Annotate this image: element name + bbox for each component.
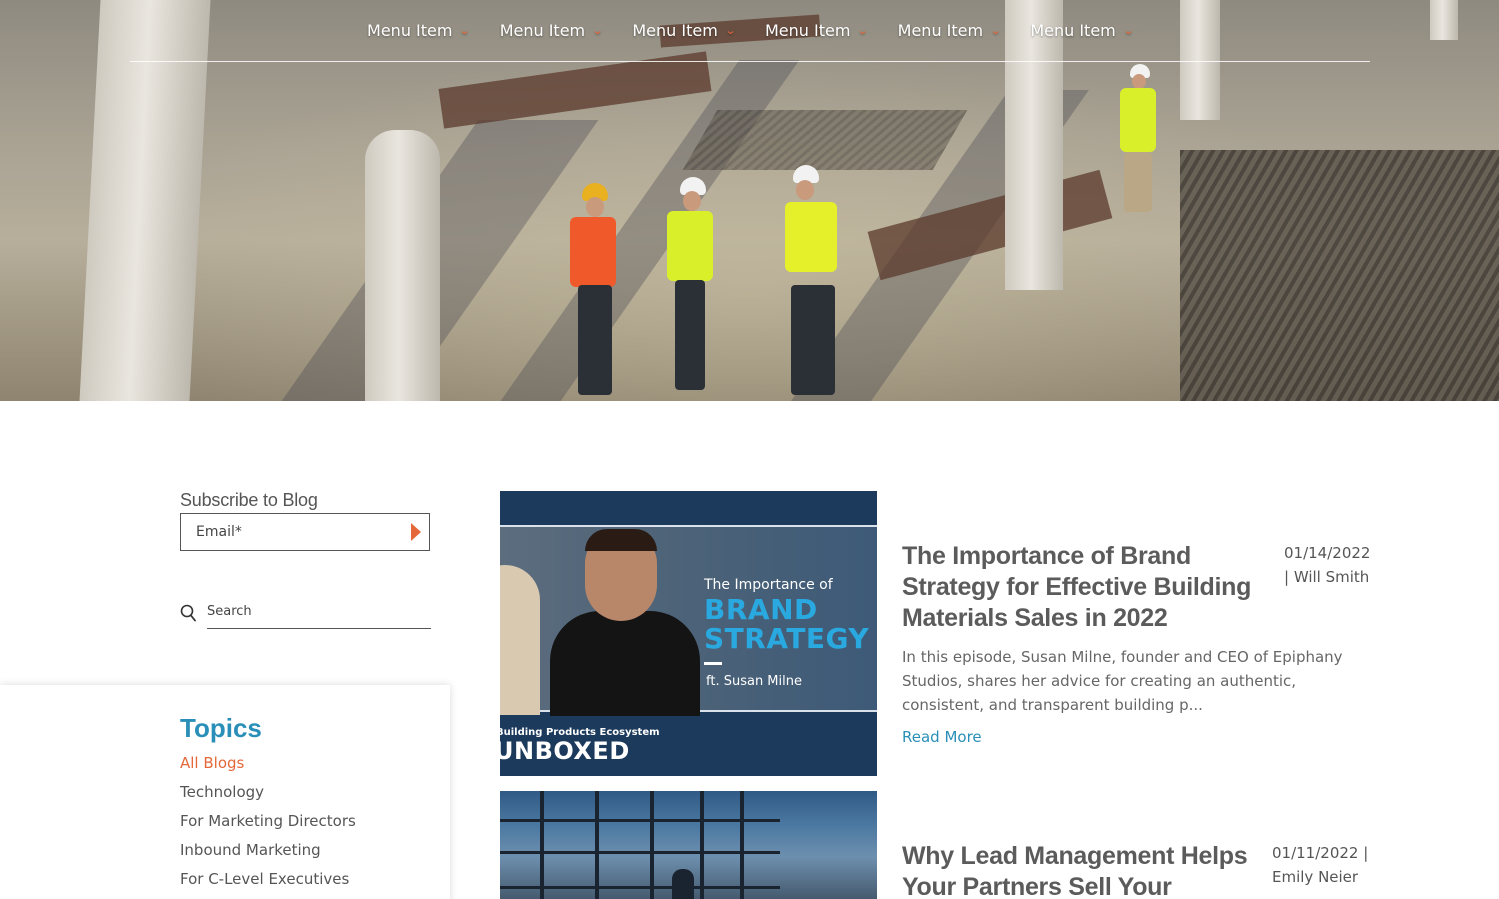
hero-pillar [365, 130, 440, 401]
thumbnail-person [500, 565, 540, 715]
thumbnail-subtitle: The Importance of [704, 577, 833, 593]
chevron-down-icon: ⌄ [989, 24, 1002, 37]
hero-pillar [1430, 0, 1458, 40]
topic-for-marketing-directors[interactable]: For Marketing Directors [180, 810, 356, 839]
main-nav: Menu Item ⌄ Menu Item ⌄ Menu Item ⌄ Menu It… [130, 0, 1370, 62]
subscribe-submit-arrow-icon[interactable] [411, 523, 421, 541]
thumbnail-scaffold [650, 791, 654, 899]
chevron-down-icon: ⌄ [857, 24, 870, 37]
thumbnail-worker-silhouette [672, 869, 694, 899]
thumbnail-headline-line: BRAND [704, 593, 818, 626]
thumbnail-headline-line: STRATEGY [704, 622, 870, 655]
nav-item-label: Menu Item [765, 21, 851, 40]
nav-menu-item-3[interactable]: Menu Item ⌄ [632, 1, 737, 61]
chevron-down-icon: ⌄ [591, 24, 604, 37]
topic-technology[interactable]: Technology [180, 781, 356, 810]
hero-rebar [438, 51, 712, 129]
chevron-down-icon: ⌄ [1122, 24, 1135, 37]
post-title[interactable]: The Importance of Brand Strategy for Eff… [902, 541, 1272, 634]
nav-menu-item-4[interactable]: Menu Item ⌄ [765, 1, 870, 61]
hero-rebar-pile [1180, 150, 1499, 401]
search-wrapper [207, 597, 431, 629]
post-thumbnail[interactable]: The Importance of BRAND STRATEGY ft. Sus… [500, 491, 877, 776]
topic-for-c-level-executives[interactable]: For C-Level Executives [180, 868, 356, 897]
thumbnail-scaffold [540, 791, 544, 899]
post-title[interactable]: Why Lead Management Helps Your Partners … [902, 841, 1262, 899]
post-date: 01/14/2022 [1284, 544, 1371, 562]
thumbnail-divider [704, 662, 722, 665]
thumbnail-scaffold [740, 791, 744, 899]
thumbnail-headline: BRAND STRATEGY [704, 595, 869, 653]
email-field[interactable] [181, 514, 381, 550]
hero-rebar-pile [682, 110, 968, 170]
thumbnail-person-hair [585, 529, 657, 551]
subscribe-title: Subscribe to Blog [180, 490, 318, 510]
nav-item-label: Menu Item [367, 21, 453, 40]
nav-menu-item-6[interactable]: Menu Item ⌄ [1030, 1, 1135, 61]
search-input[interactable] [207, 597, 431, 625]
chevron-down-icon: ⌄ [724, 24, 737, 37]
nav-item-label: Menu Item [632, 21, 718, 40]
thumbnail-scaffold [500, 886, 780, 889]
post-author: Emily Neier [1272, 868, 1359, 886]
post-thumbnail[interactable] [500, 791, 877, 899]
topic-inbound-marketing[interactable]: Inbound Marketing [180, 839, 356, 868]
thumbnail-scaffold [595, 791, 599, 899]
topic-all-blogs[interactable]: All Blogs [180, 752, 356, 781]
search-icon [180, 604, 196, 622]
post-date: 01/11/2022 | [1272, 844, 1369, 862]
thumbnail-person [550, 611, 700, 716]
nav-item-label: Menu Item [499, 21, 586, 40]
topics-title: Topics [180, 713, 262, 743]
nav-menu-item-5[interactable]: Menu Item ⌄ [897, 1, 1002, 61]
thumbnail-scaffold [500, 851, 780, 854]
subscribe-form [180, 513, 430, 551]
nav-menu-item-2[interactable]: Menu Item ⌄ [499, 1, 604, 61]
thumbnail-scaffold [500, 819, 780, 822]
thumbnail-series-title: UNBOXED [500, 737, 630, 765]
hero-image: Menu Item ⌄ Menu Item ⌄ Menu Item ⌄ Menu It… [0, 0, 1499, 401]
post-author: | Will Smith [1284, 568, 1370, 586]
nav-item-label: Menu Item [1030, 21, 1116, 40]
topics-list: All Blogs Technology For Marketing Direc… [180, 752, 356, 897]
post-excerpt: In this episode, Susan Milne, founder an… [902, 648, 1343, 714]
nav-menu-item-1[interactable]: Menu Item ⌄ [367, 1, 472, 61]
post-meta: 01/11/2022 | Emily Neier [1272, 841, 1372, 889]
post-meta: 01/14/2022 | Will Smith [1284, 541, 1374, 589]
thumbnail-featuring: ft. Susan Milne [706, 674, 802, 689]
thumbnail-scaffold [700, 791, 704, 899]
chevron-down-icon: ⌄ [459, 24, 472, 37]
read-more-link[interactable]: Read More [902, 728, 982, 746]
nav-item-label: Menu Item [897, 21, 984, 40]
